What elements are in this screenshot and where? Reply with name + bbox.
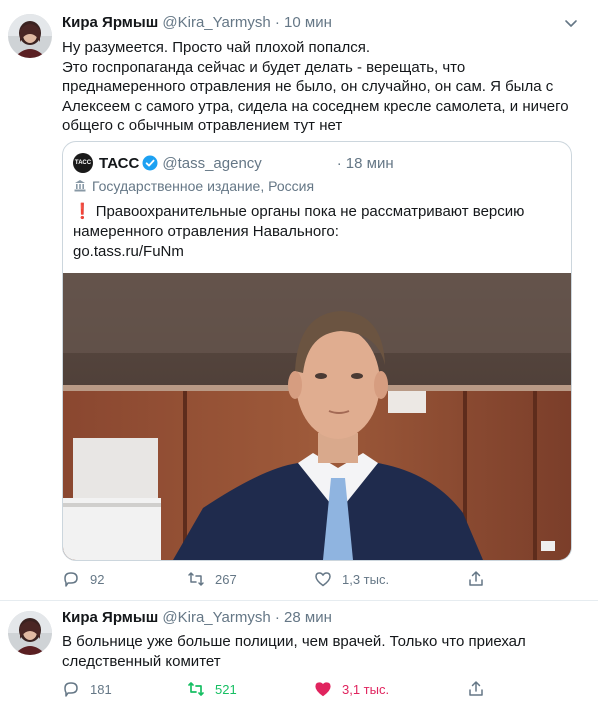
share-button[interactable] <box>467 680 495 698</box>
retweet-button[interactable]: 521 <box>187 680 237 698</box>
reply-button[interactable]: 92 <box>62 570 104 588</box>
tweet-text-line: общего с обычным отравлением тут нет <box>62 117 343 135</box>
like-button[interactable]: 1,3 тыс. <box>314 570 389 588</box>
state-media-label-text: Государственное издание, Россия <box>92 178 315 194</box>
author-handle[interactable]: @Kira_Yarmysh <box>162 609 270 626</box>
tweet-text-line: Это госпропаганда сейчас и будет делать … <box>62 58 466 76</box>
retweet-count: 521 <box>215 681 237 697</box>
author-name[interactable]: Кира Ярмыш <box>62 14 158 31</box>
verified-badge-icon <box>142 155 158 171</box>
tweet-header: Кира Ярмыш @Kira_Yarmysh · 28 мин <box>62 609 332 626</box>
avatar[interactable] <box>8 611 52 655</box>
quoted-author-name[interactable]: ТАСС <box>99 155 139 172</box>
tweet-text-line: В больнице уже больше полиции, чем враче… <box>62 633 526 650</box>
tweet-text-line: преднамеренного отравления не было, он с… <box>62 78 554 96</box>
retweet-button[interactable]: 267 <box>187 570 237 588</box>
tweet-text: В больнице уже больше полиции, чем враче… <box>62 632 572 671</box>
share-button[interactable] <box>467 570 495 588</box>
reply-count: 181 <box>90 681 112 697</box>
share-icon <box>469 681 483 696</box>
quoted-author-handle[interactable]: @tass_agency <box>162 155 261 172</box>
tweet-text: Ну разумеется. Просто чай плохой попался… <box>62 38 572 136</box>
quoted-link[interactable]: go.tass.ru/FuNm <box>73 242 559 262</box>
tweet-timestamp[interactable]: 28 мин <box>284 609 332 626</box>
quoted-timestamp[interactable]: 18 мин <box>346 155 394 172</box>
quoted-tweet[interactable]: ТАСС ТАСС @tass_agency · 18 мин Государс… <box>62 141 572 561</box>
exclamation-icon: ❗ <box>73 203 92 220</box>
quoted-tweet-header: ТАСС ТАСС @tass_agency · 18 мин <box>73 153 394 173</box>
separator-dot: · <box>274 14 280 31</box>
retweet-icon <box>188 682 204 696</box>
reply-count: 92 <box>90 571 105 587</box>
author-name[interactable]: Кира Ярмыш <box>62 609 158 626</box>
like-count: 3,1 тыс. <box>342 681 390 697</box>
tweet-text-line: следственный комитет <box>62 652 221 670</box>
reply-button[interactable]: 181 <box>62 680 112 698</box>
avatar[interactable] <box>8 14 52 58</box>
reply-icon <box>64 572 78 587</box>
author-handle[interactable]: @Kira_Yarmysh <box>162 14 270 31</box>
quoted-text-line: намеренного отравления Навального: <box>73 223 339 240</box>
heart-icon <box>315 572 331 587</box>
retweet-icon <box>188 572 204 586</box>
tweet-timestamp[interactable]: 10 мин <box>284 14 332 31</box>
retweet-count: 267 <box>215 571 237 587</box>
government-building-icon <box>74 180 86 192</box>
chevron-down-icon[interactable] <box>564 16 578 30</box>
like-button[interactable]: 3,1 тыс. <box>314 680 389 698</box>
share-icon <box>469 571 483 586</box>
quoted-text-line: Правоохранительные органы пока не рассма… <box>95 203 525 220</box>
quoted-tweet-text: ❗ Правоохранительные органы пока не рассм… <box>73 202 559 262</box>
state-media-label[interactable]: Государственное издание, Россия <box>73 178 314 194</box>
heart-filled-icon <box>315 682 331 697</box>
tweet-header: Кира Ярмыш @Kira_Yarmysh · 10 мин <box>62 14 332 31</box>
separator-dot: · <box>336 154 342 172</box>
tass-avatar[interactable]: ТАСС <box>73 153 93 173</box>
news-photo[interactable] <box>63 273 571 560</box>
tweet-text-line: Ну разумеется. Просто чай плохой попался… <box>62 39 371 56</box>
tweet[interactable]: Кира Ярмыш @Kira_Yarmysh · 10 мин Ну раз… <box>0 0 598 600</box>
tweet[interactable]: Кира Ярмыш @Kira_Yarmysh · 28 мин В боль… <box>0 601 598 713</box>
tweet-text-line: Алексеем с самого утра, сидела на соседн… <box>62 97 569 115</box>
like-count: 1,3 тыс. <box>342 571 390 587</box>
separator-dot: · <box>274 609 280 626</box>
reply-icon <box>64 682 78 697</box>
